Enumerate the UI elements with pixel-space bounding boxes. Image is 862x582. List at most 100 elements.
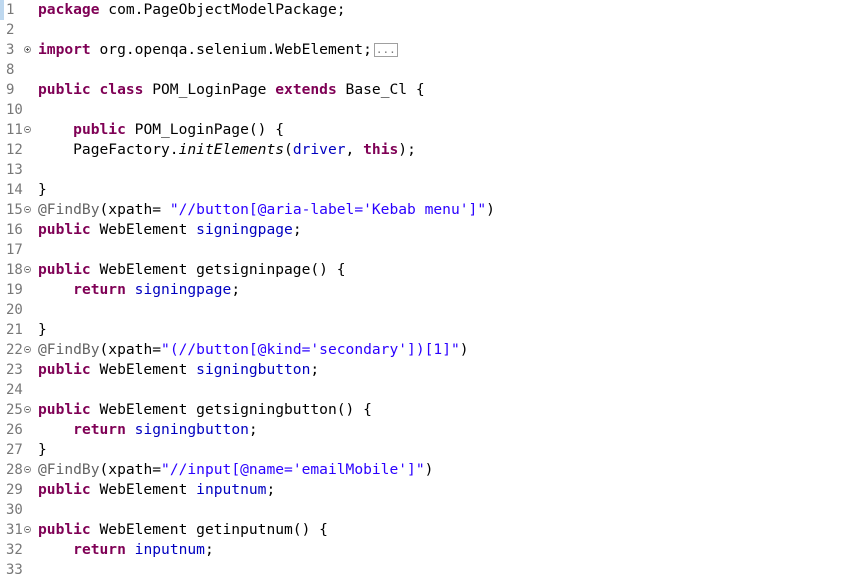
code-text[interactable]: } — [38, 440, 47, 460]
code-text[interactable]: package com.PageObjectModelPackage; — [38, 0, 346, 20]
code-token: WebElement — [90, 221, 197, 238]
code-line[interactable]: 32 return inputnum; — [0, 540, 862, 560]
code-text[interactable]: return inputnum; — [38, 540, 214, 560]
line-gutter: 28 — [0, 460, 36, 480]
code-token: WebElement getsigningbutton() { — [90, 401, 372, 418]
code-line[interactable]: 16 public WebElement signingpage; — [0, 220, 862, 240]
code-line[interactable]: 3 import org.openqa.selenium.WebElement;.… — [0, 40, 862, 60]
fold-collapse-icon[interactable] — [24, 466, 31, 473]
line-number: 30 — [6, 502, 23, 518]
code-editor[interactable]: 1 package com.PageObjectModelPackage; 2 3 im… — [0, 0, 862, 582]
fold-collapse-icon[interactable] — [24, 346, 31, 353]
code-line[interactable]: 2 — [0, 20, 862, 40]
code-text[interactable]: import org.openqa.selenium.WebElement;..… — [38, 40, 398, 60]
code-line[interactable]: 13 — [0, 160, 862, 180]
keyword-token: class — [99, 81, 144, 98]
code-token: , — [345, 141, 364, 158]
line-number: 21 — [6, 322, 23, 338]
line-gutter: 11 — [0, 120, 36, 140]
code-token: WebElement — [90, 361, 197, 378]
fold-expand-icon[interactable] — [24, 46, 31, 53]
code-text[interactable]: @FindBy(xpath="(//button[@kind='secondar… — [38, 340, 469, 360]
code-line[interactable]: 12 PageFactory.initElements(driver, this… — [0, 140, 862, 160]
code-text[interactable]: public WebElement signingpage; — [38, 220, 302, 240]
code-line[interactable]: 30 — [0, 500, 862, 520]
field-token: inputnum — [134, 541, 205, 558]
code-token: PageFactory. — [38, 141, 179, 158]
code-text[interactable]: } — [38, 320, 47, 340]
line-gutter: 1 — [0, 0, 36, 20]
line-number: 9 — [6, 82, 15, 98]
line-gutter: 3 — [0, 40, 36, 60]
code-line[interactable]: 26 return signingbutton; — [0, 420, 862, 440]
code-line[interactable]: 8 — [0, 60, 862, 80]
code-text[interactable]: return signingpage; — [38, 280, 240, 300]
code-text[interactable]: public WebElement inputnum; — [38, 480, 275, 500]
code-token: WebElement getinputnum() { — [90, 521, 328, 538]
line-gutter: 22 — [0, 340, 36, 360]
code-line[interactable]: 19 return signingpage; — [0, 280, 862, 300]
code-text[interactable]: public WebElement getsigningbutton() { — [38, 400, 372, 420]
keyword-token: return — [73, 281, 126, 298]
code-text[interactable]: public POM_LoginPage() { — [38, 120, 284, 140]
code-text[interactable]: public class POM_LoginPage extends Base_… — [38, 80, 425, 100]
line-number: 27 — [6, 442, 23, 458]
code-line[interactable]: 22 @FindBy(xpath="(//button[@kind='second… — [0, 340, 862, 360]
code-line[interactable]: 28 @FindBy(xpath="//input[@name='emailMob… — [0, 460, 862, 480]
code-line[interactable]: 23 public WebElement signingbutton; — [0, 360, 862, 380]
code-text[interactable]: @FindBy(xpath= "//button[@aria-label='Ke… — [38, 200, 495, 220]
code-line[interactable]: 11 public POM_LoginPage() { — [0, 120, 862, 140]
code-line[interactable]: 25 public WebElement getsigningbutton() { — [0, 400, 862, 420]
line-gutter: 32 — [0, 540, 36, 560]
string-token: "//input[@name='emailMobile']" — [161, 461, 425, 478]
code-text[interactable]: public WebElement getinputnum() { — [38, 520, 328, 540]
fold-collapse-icon[interactable] — [24, 126, 31, 133]
keyword-token: return — [73, 541, 126, 558]
code-token: ) — [486, 201, 495, 218]
code-line[interactable]: 1 package com.PageObjectModelPackage; — [0, 0, 862, 20]
code-line[interactable]: 21} — [0, 320, 862, 340]
code-line[interactable]: 20 — [0, 300, 862, 320]
keyword-token: public — [38, 521, 91, 538]
line-number: 32 — [6, 542, 23, 558]
line-number: 2 — [6, 22, 15, 38]
code-token: POM_LoginPage — [143, 81, 276, 98]
field-token: signingbutton — [134, 421, 249, 438]
fold-collapse-icon[interactable] — [24, 206, 31, 213]
line-gutter: 21 — [0, 320, 36, 340]
code-line[interactable]: 10 — [0, 100, 862, 120]
code-token: (xpath= — [99, 201, 170, 218]
code-line[interactable]: 27} — [0, 440, 862, 460]
code-line[interactable]: 15 @FindBy(xpath= "//button[@aria-label='… — [0, 200, 862, 220]
code-token: ; — [266, 481, 276, 498]
line-gutter: 19 — [0, 280, 36, 300]
fold-collapse-icon[interactable] — [24, 526, 31, 533]
line-number: 14 — [6, 182, 23, 198]
line-gutter: 16 — [0, 220, 36, 240]
code-token: } — [38, 321, 47, 338]
code-text[interactable]: PageFactory.initElements(driver, this); — [38, 140, 416, 160]
code-line[interactable]: 24 — [0, 380, 862, 400]
code-line[interactable]: 17 — [0, 240, 862, 260]
code-text[interactable]: public WebElement getsigninpage() { — [38, 260, 346, 280]
code-line[interactable]: 31 public WebElement getinputnum() { — [0, 520, 862, 540]
code-line[interactable]: 9 public class POM_LoginPage extends Base… — [0, 80, 862, 100]
code-line[interactable]: 18 public WebElement getsigninpage() { — [0, 260, 862, 280]
keyword-token: public — [38, 221, 91, 238]
field-token: signingpage — [196, 221, 293, 238]
code-line[interactable]: 14} — [0, 180, 862, 200]
fold-collapse-icon[interactable] — [24, 406, 31, 413]
code-text[interactable]: } — [38, 180, 47, 200]
line-number: 31 — [6, 522, 23, 538]
line-gutter: 31 — [0, 520, 36, 540]
code-line[interactable]: 29 public WebElement inputnum; — [0, 480, 862, 500]
fold-collapse-icon[interactable] — [24, 266, 31, 273]
code-text[interactable]: public WebElement signingbutton; — [38, 360, 319, 380]
code-line[interactable]: 33 — [0, 560, 862, 580]
code-text[interactable]: @FindBy(xpath="//input[@name='emailMobil… — [38, 460, 433, 480]
code-text[interactable]: return signingbutton; — [38, 420, 258, 440]
collapsed-imports-icon[interactable]: ... — [373, 43, 398, 57]
line-gutter: 13 — [0, 160, 36, 180]
line-number: 1 — [6, 2, 15, 18]
